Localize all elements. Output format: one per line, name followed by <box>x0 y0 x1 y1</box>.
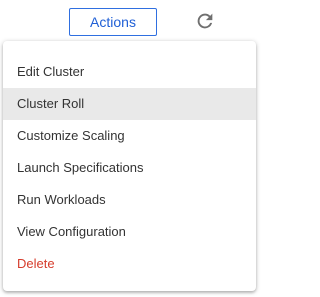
refresh-icon[interactable] <box>194 10 216 32</box>
menu-item-launch-specifications[interactable]: Launch Specifications <box>3 152 256 184</box>
menu-item-run-workloads[interactable]: Run Workloads <box>3 184 256 216</box>
menu-item-view-configuration[interactable]: View Configuration <box>3 216 256 248</box>
menu-item-edit-cluster[interactable]: Edit Cluster <box>3 56 256 88</box>
stage: Actions Edit Cluster Cluster Roll Custom… <box>0 0 261 297</box>
menu-item-cluster-roll[interactable]: Cluster Roll <box>3 88 256 120</box>
actions-dropdown-menu: Edit Cluster Cluster Roll Customize Scal… <box>3 41 256 291</box>
menu-item-delete[interactable]: Delete <box>3 248 256 280</box>
menu-item-customize-scaling[interactable]: Customize Scaling <box>3 120 256 152</box>
actions-button[interactable]: Actions <box>69 8 157 36</box>
